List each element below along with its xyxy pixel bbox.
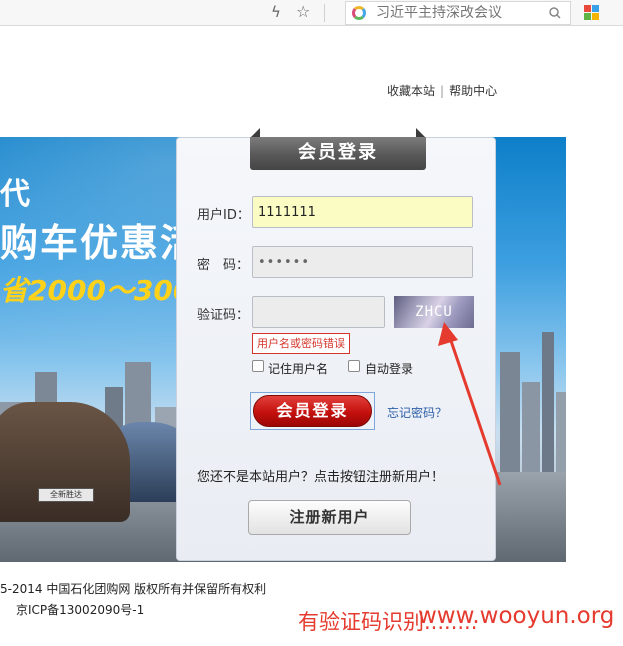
brown-suv-image [0, 402, 130, 522]
search-icon[interactable] [548, 2, 562, 28]
star-icon[interactable]: ☆ [296, 2, 310, 21]
captcha-label: 验证码： [197, 308, 250, 323]
browser-search-box[interactable] [345, 1, 571, 25]
help-center-link[interactable]: 帮助中心 [449, 84, 497, 98]
lightning-icon[interactable]: ϟ [271, 3, 281, 21]
header-divider: | [440, 84, 445, 98]
browser-search-input[interactable] [376, 4, 546, 22]
error-message: 用户名或密码错误 [252, 333, 350, 354]
password-input[interactable] [252, 246, 473, 278]
remember-username-label[interactable]: 记住用户名 [268, 360, 328, 377]
apps-icon[interactable] [584, 5, 599, 20]
login-panel-tab: 会员登录 [250, 128, 426, 170]
login-button[interactable]: 会员登录 [253, 395, 372, 427]
password-label: 密 码： [197, 258, 250, 273]
toolbar-divider [324, 4, 325, 22]
auto-login-checkbox[interactable] [348, 360, 360, 372]
car-plate: 全新胜达 [38, 488, 94, 502]
watermark: www.wooyun.org [418, 603, 615, 629]
header-links: 收藏本站 | 帮助中心 [387, 82, 497, 99]
bookmark-site-link[interactable]: 收藏本站 [387, 84, 435, 98]
browser-toolbar: ϟ ☆ [0, 0, 623, 26]
userid-input[interactable] [252, 196, 473, 228]
footer-copyright: 5-2014 中国石化团购网 版权所有并保留所有权利 [0, 582, 267, 596]
userid-label: 用户ID： [197, 208, 250, 223]
captcha-input[interactable] [252, 296, 385, 328]
banner-headline-line1: 代 [0, 177, 32, 212]
login-title: 会员登录 [250, 137, 426, 170]
remember-username-checkbox[interactable] [252, 360, 264, 372]
annotation-arrow [438, 322, 502, 486]
auto-login-label[interactable]: 自动登录 [365, 360, 413, 377]
search-engine-icon[interactable] [352, 6, 366, 20]
register-hint: 您还不是本站用户？点击按钮注册新用户！ [197, 470, 445, 485]
footer-icp[interactable]: 京ICP备13002090号-1 [16, 601, 144, 618]
register-button[interactable]: 注册新用户 [248, 500, 411, 535]
